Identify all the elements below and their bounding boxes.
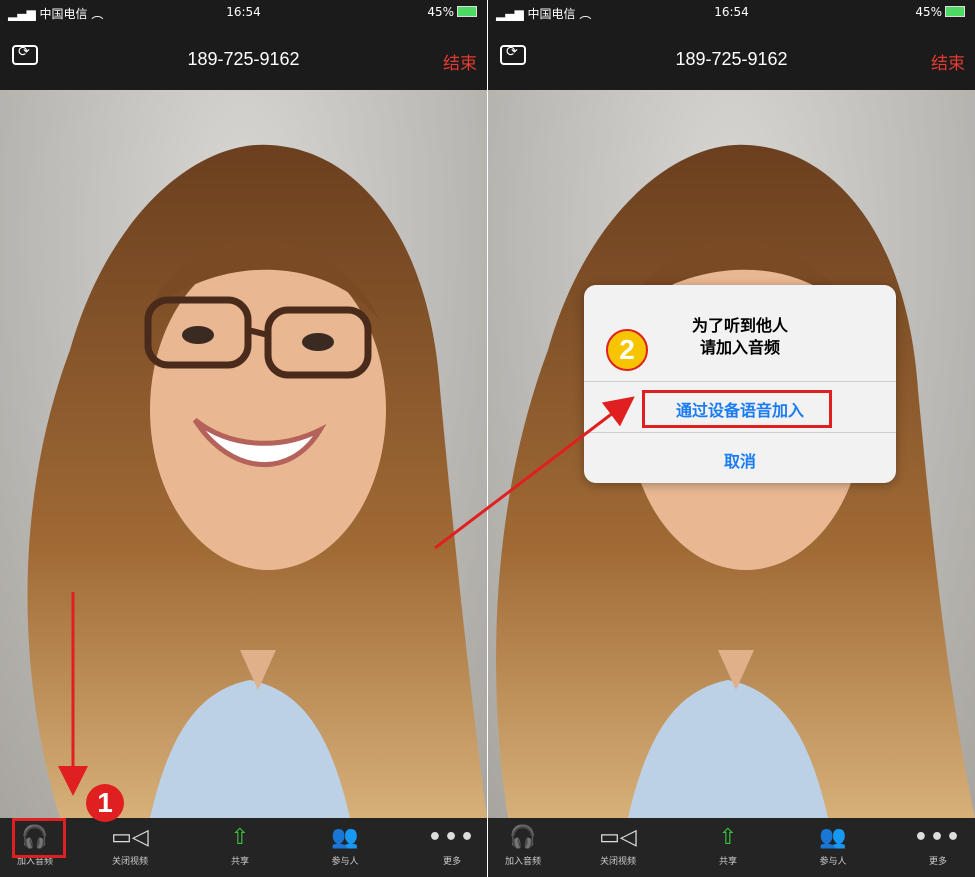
more-label: 更多 [928, 857, 947, 867]
battery-indicator: 45% [915, 5, 965, 19]
dialog-divider [584, 432, 896, 433]
video-camera-icon: ▭◁ [599, 825, 637, 850]
share-label: 共享 [718, 857, 737, 867]
share-icon: ⇧ [718, 825, 738, 850]
video-camera-icon: ▭◁ [111, 825, 149, 850]
end-meeting-button[interactable]: 结束 [443, 49, 477, 74]
more-label: 更多 [442, 857, 461, 867]
participants-label: 参与人 [331, 857, 359, 867]
meeting-toolbar: 🎧 加入音频 ▭◁ 关闭视频 ⇧ 共享 👥 参与人 ••• 更多 [0, 818, 487, 877]
more-icon: ••• [427, 825, 477, 850]
status-bar: ▂▄▆ 中国电信 ︵ 16:54 45% [0, 0, 487, 24]
headphone-icon: 🎧 [509, 825, 537, 850]
share-button[interactable]: ⇧ 共享 [210, 822, 270, 867]
more-button[interactable]: ••• 更多 [422, 822, 482, 867]
join-audio-highlight [12, 818, 66, 858]
join-device-audio-highlight [642, 390, 832, 428]
phone-screen-right: ▂▄▆ 中国电信 ︵ 16:54 45% 189-725-9162 结束 为了听… [488, 0, 975, 877]
participants-button[interactable]: 👥 参与人 [803, 822, 863, 867]
battery-indicator: 45% [427, 5, 477, 19]
video-feed [0, 90, 487, 818]
phone-screen-left: ▂▄▆ 中国电信 ︵ 16:54 45% 189-725-9162 结束 [0, 0, 487, 877]
share-button[interactable]: ⇧ 共享 [698, 822, 758, 867]
stop-video-button[interactable]: ▭◁ 关闭视频 [100, 822, 160, 867]
participants-button[interactable]: 👥 参与人 [315, 822, 375, 867]
status-time: 16:54 [226, 5, 261, 19]
meeting-toolbar: 🎧 加入音频 ▭◁ 关闭视频 ⇧ 共享 👥 参与人 ••• 更多 [488, 818, 975, 877]
more-button[interactable]: ••• 更多 [908, 822, 968, 867]
step-1-badge: 1 [86, 784, 124, 822]
participants-label: 参与人 [819, 857, 847, 867]
meeting-id: 189-725-9162 [675, 49, 788, 69]
battery-icon [457, 6, 477, 17]
cancel-button[interactable]: 取消 [584, 448, 896, 472]
status-time: 16:54 [714, 5, 749, 19]
join-audio-label: 加入音频 [16, 857, 53, 867]
participants-icon: 👥 [331, 825, 359, 850]
join-audio-label: 加入音频 [504, 857, 541, 867]
participants-icon: 👥 [819, 825, 847, 850]
join-audio-button[interactable]: 🎧 加入音频 [493, 822, 553, 867]
stop-video-label: 关闭视频 [599, 857, 636, 867]
meeting-header: 189-725-9162 结束 [0, 24, 487, 90]
more-icon: ••• [913, 825, 963, 850]
dialog-divider [584, 381, 896, 382]
participant-video-image [27, 144, 487, 818]
battery-icon [945, 6, 965, 17]
end-meeting-button[interactable]: 结束 [931, 49, 965, 74]
stop-video-label: 关闭视频 [111, 857, 148, 867]
stop-video-button[interactable]: ▭◁ 关闭视频 [588, 822, 648, 867]
meeting-header: 189-725-9162 结束 [488, 24, 975, 90]
step-2-badge: 2 [606, 329, 648, 371]
share-label: 共享 [230, 857, 249, 867]
meeting-id: 189-725-9162 [187, 49, 300, 69]
status-bar: ▂▄▆ 中国电信 ︵ 16:54 45% [488, 0, 975, 24]
share-icon: ⇧ [230, 825, 250, 850]
join-audio-dialog: 为了听到他人 请加入音频 通过设备语音加入 取消 2 [584, 285, 896, 483]
